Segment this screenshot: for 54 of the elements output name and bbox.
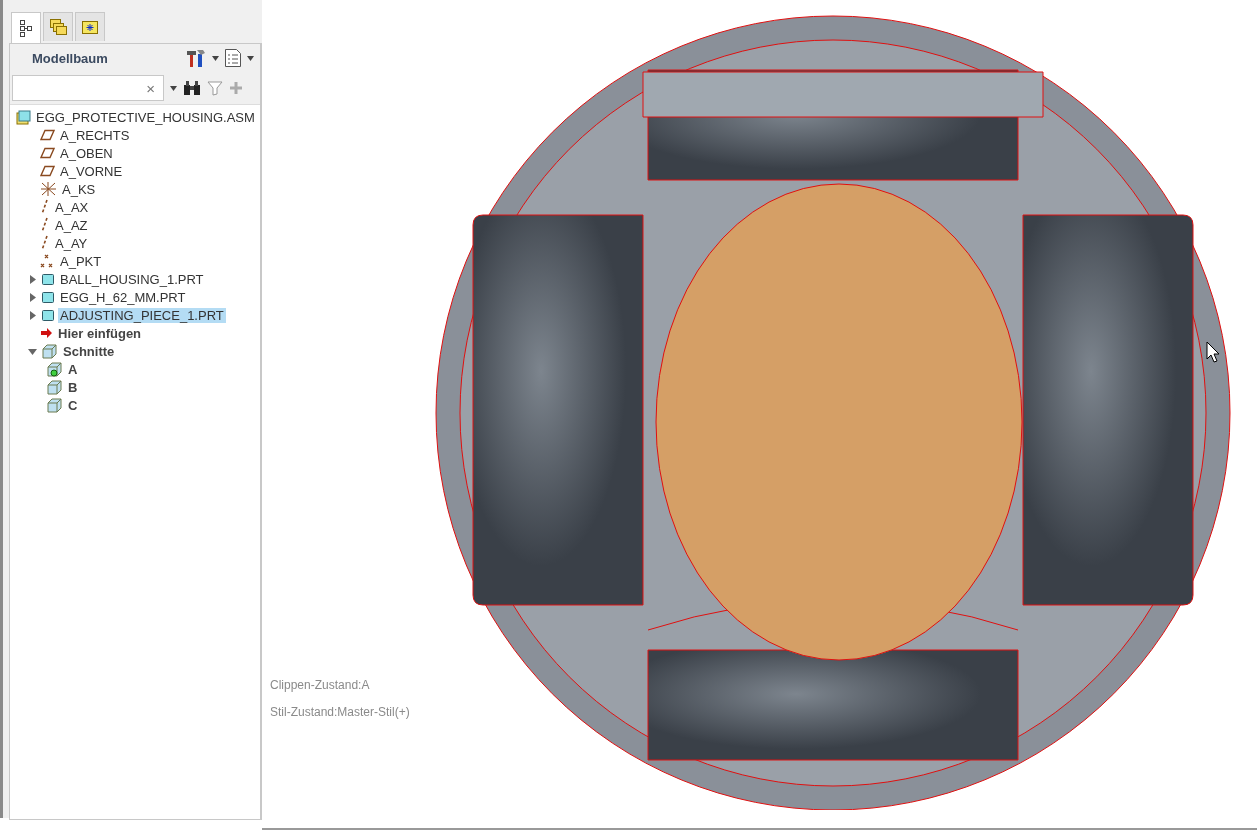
point-icon xyxy=(40,253,55,269)
tree-item[interactable]: A_AZ xyxy=(53,217,90,233)
tree-item[interactable]: A_PKT xyxy=(58,253,104,269)
status-text: Clippen-Zustand:A xyxy=(270,678,371,692)
tree-item[interactable]: ADJUSTING_PIECE_1.PRT xyxy=(58,307,226,323)
tools-icon[interactable] xyxy=(185,48,207,68)
plane-icon xyxy=(40,165,55,177)
assembly-icon xyxy=(16,109,31,125)
tree-item[interactable]: Schnitte xyxy=(61,343,117,359)
folders-icon xyxy=(49,18,67,36)
tree-item[interactable]: Hier einfügen xyxy=(56,325,144,341)
list-settings-icon[interactable] xyxy=(224,48,242,68)
tree-item[interactable]: A_AY xyxy=(53,235,90,251)
tree-item[interactable]: B xyxy=(66,379,80,395)
dropdown-caret-icon[interactable] xyxy=(170,85,177,91)
tree-item[interactable]: C xyxy=(66,397,80,413)
dropdown-caret-icon[interactable] xyxy=(212,55,219,61)
status-text: Stil-Zustand:Master-Stil(+) xyxy=(270,705,410,719)
expand-icon[interactable] xyxy=(27,274,37,284)
tree-item[interactable]: A xyxy=(66,361,80,377)
section-icon xyxy=(46,360,63,378)
expand-icon[interactable] xyxy=(27,310,37,320)
tree-item[interactable]: A_OBEN xyxy=(58,145,115,161)
tree-item[interactable]: EGG_PROTECTIVE_HOUSING.ASM xyxy=(34,109,257,125)
axis-icon xyxy=(40,199,50,215)
binoculars-icon[interactable] xyxy=(183,80,201,96)
search-field[interactable]: × xyxy=(12,75,164,101)
section-icon xyxy=(41,342,58,360)
coordinate-system-icon xyxy=(40,181,57,197)
axis-icon xyxy=(40,235,50,251)
arrow-icon xyxy=(40,327,53,339)
dropdown-caret-icon[interactable] xyxy=(247,55,254,61)
section-icon xyxy=(46,396,63,414)
clear-button[interactable]: × xyxy=(146,79,155,97)
plane-icon xyxy=(40,129,55,141)
tree-item[interactable]: A_KS xyxy=(60,181,98,197)
tree-item[interactable]: A_RECHTS xyxy=(58,127,132,143)
plane-icon xyxy=(40,147,55,159)
mouse-pointer-icon xyxy=(1206,341,1220,363)
tree-icon xyxy=(19,19,33,37)
tree-item[interactable]: BALL_HOUSING_1.PRT xyxy=(58,271,206,287)
part-icon xyxy=(41,308,55,322)
panel-tab[interactable] xyxy=(11,12,41,43)
collapse-icon[interactable] xyxy=(27,346,37,356)
axis-icon xyxy=(40,217,50,233)
part-icon xyxy=(41,290,55,304)
expand-icon[interactable] xyxy=(27,292,37,302)
part-icon xyxy=(41,272,55,286)
section-icon xyxy=(46,378,63,396)
tree-item[interactable]: A_AX xyxy=(53,199,91,215)
star-folder-icon xyxy=(81,19,99,35)
panel-title: Modellbaum xyxy=(32,50,109,66)
tree-item[interactable]: EGG_H_62_MM.PRT xyxy=(58,289,188,305)
tree-item[interactable]: A_VORNE xyxy=(58,163,125,179)
